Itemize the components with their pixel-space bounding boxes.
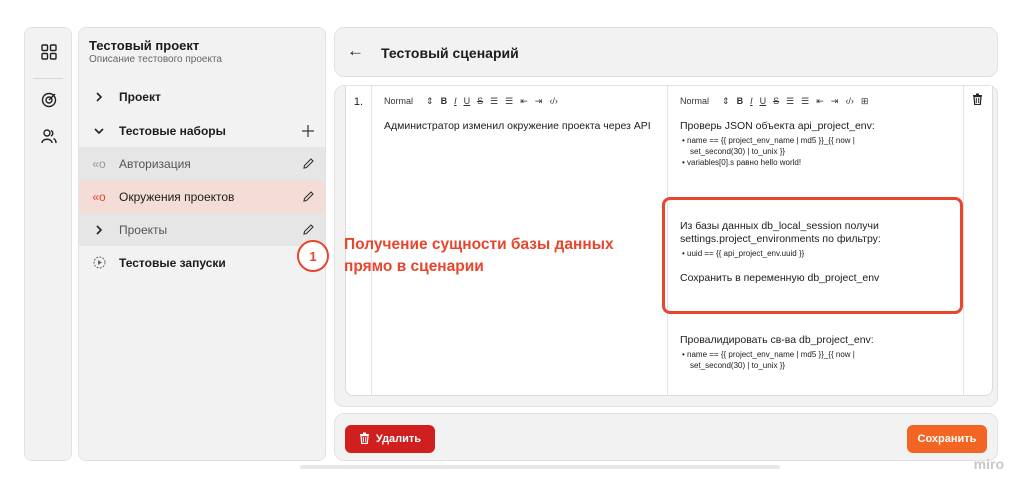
sidebar-item-projects[interactable]: Проекты bbox=[79, 213, 325, 246]
strike-icon[interactable]: S bbox=[477, 96, 483, 106]
trash-icon[interactable] bbox=[972, 92, 983, 110]
italic-icon[interactable]: I bbox=[454, 96, 457, 106]
expected-paragraph: Проверь JSON объекта api_project_env: bbox=[680, 120, 875, 132]
underline-icon[interactable]: U bbox=[464, 96, 471, 106]
suite-icon: «o bbox=[92, 189, 106, 204]
play-circle-icon bbox=[79, 256, 119, 269]
annotation-number: 1 bbox=[297, 240, 329, 272]
users-icon[interactable] bbox=[39, 126, 59, 146]
delete-column bbox=[964, 86, 994, 396]
project-sidebar: Тестовый проект Описание тестового проек… bbox=[78, 27, 326, 461]
project-subtitle: Описание тестового проекта bbox=[89, 54, 222, 65]
sidebar-item-label: Окружения проектов bbox=[119, 189, 235, 204]
sidebar-item-label: Тестовые запуски bbox=[119, 255, 226, 270]
sidebar-item-test-runs[interactable]: Тестовые запуски bbox=[79, 246, 325, 279]
page-title: Тестовый сценарий bbox=[381, 45, 519, 61]
edit-icon[interactable] bbox=[291, 223, 325, 236]
bullet-list-icon[interactable]: ☰ bbox=[801, 96, 809, 107]
save-button[interactable]: Сохранить bbox=[907, 425, 987, 453]
scenario-header: ← Тестовый сценарий bbox=[334, 27, 998, 77]
indent-icon[interactable]: ⇥ bbox=[831, 96, 839, 107]
editor-toolbar: Normal ⇕ B I U S ☰ ☰ ⇤ ⇥ ‹/› ⊞ bbox=[680, 94, 868, 108]
add-suite-icon[interactable] bbox=[291, 124, 325, 138]
sidebar-item-authorization[interactable]: «o Авторизация bbox=[79, 147, 325, 180]
back-arrow-icon[interactable]: ← bbox=[347, 41, 364, 61]
bullet-list-icon[interactable]: ☰ bbox=[505, 96, 513, 107]
chevron-right-icon bbox=[79, 91, 119, 102]
bullet-line: • name == {{ project_env_name | md5 }}_{… bbox=[682, 136, 855, 145]
style-select[interactable]: Normal bbox=[384, 96, 413, 106]
expected-paragraph: Провалидировать св-ва db_project_env: bbox=[680, 334, 874, 346]
bold-icon[interactable]: B bbox=[737, 96, 744, 106]
outdent-icon[interactable]: ⇤ bbox=[520, 96, 528, 107]
scroll-shadow bbox=[300, 465, 780, 469]
project-title: Тестовый проект bbox=[89, 38, 200, 53]
edit-icon[interactable] bbox=[291, 157, 325, 170]
miro-watermark: miro bbox=[973, 456, 1004, 472]
indent-icon[interactable]: ⇥ bbox=[535, 96, 543, 107]
bold-icon[interactable]: B bbox=[441, 96, 448, 106]
bullet-line: • variables[0].s равно hello world! bbox=[682, 158, 802, 167]
code-icon[interactable]: ‹/› bbox=[549, 96, 558, 106]
italic-icon[interactable]: I bbox=[750, 96, 753, 106]
select-arrows-icon[interactable]: ⇕ bbox=[722, 96, 730, 107]
icon-rail bbox=[24, 27, 72, 461]
bullet-line: set_second(30) | to_unix }} bbox=[690, 147, 786, 156]
footer-bar: Удалить Сохранить bbox=[334, 413, 998, 461]
sidebar-item-project-envs[interactable]: «o Окружения проектов bbox=[79, 180, 325, 213]
sidebar-item-label: Проект bbox=[119, 89, 161, 104]
rail-divider bbox=[33, 78, 63, 79]
trash-icon bbox=[359, 432, 370, 447]
underline-icon[interactable]: U bbox=[760, 96, 767, 106]
suite-icon: «o bbox=[92, 156, 106, 171]
sidebar-item-label: Авторизация bbox=[119, 156, 191, 171]
editor-toolbar: Normal ⇕ B I U S ☰ ☰ ⇤ ⇥ ‹/› bbox=[384, 94, 558, 108]
strike-icon[interactable]: S bbox=[773, 96, 779, 106]
sidebar-item-label: Проекты bbox=[119, 222, 168, 237]
code-icon[interactable]: ‹/› bbox=[845, 96, 854, 106]
bullet-line: • name == {{ project_env_name | md5 }}_{… bbox=[682, 350, 855, 359]
sidebar-item-test-suites[interactable]: Тестовые наборы bbox=[79, 114, 325, 147]
sidebar-item-label: Тестовые наборы bbox=[119, 123, 226, 138]
target-icon[interactable] bbox=[39, 90, 59, 110]
edit-icon[interactable] bbox=[291, 190, 325, 203]
action-text[interactable]: Администратор изменил окружение проекта … bbox=[384, 120, 654, 133]
chevron-down-icon bbox=[79, 126, 119, 136]
outdent-icon[interactable]: ⇤ bbox=[816, 96, 824, 107]
style-select[interactable]: Normal bbox=[680, 96, 709, 106]
delete-button[interactable]: Удалить bbox=[345, 425, 435, 453]
ordered-list-icon[interactable]: ☰ bbox=[490, 96, 498, 107]
ordered-list-icon[interactable]: ☰ bbox=[786, 96, 794, 107]
annotation-highlight bbox=[662, 197, 963, 314]
table-icon[interactable]: ⊞ bbox=[861, 96, 869, 107]
grid-icon[interactable] bbox=[39, 42, 59, 62]
annotation-text: Получение сущности базы данных прямо в с… bbox=[344, 236, 614, 275]
chevron-right-icon bbox=[79, 224, 119, 235]
delete-label: Удалить bbox=[375, 433, 422, 445]
select-arrows-icon[interactable]: ⇕ bbox=[426, 96, 434, 107]
sidebar-item-project[interactable]: Проект bbox=[79, 80, 325, 113]
bullet-line: set_second(30) | to_unix }} bbox=[690, 361, 786, 370]
